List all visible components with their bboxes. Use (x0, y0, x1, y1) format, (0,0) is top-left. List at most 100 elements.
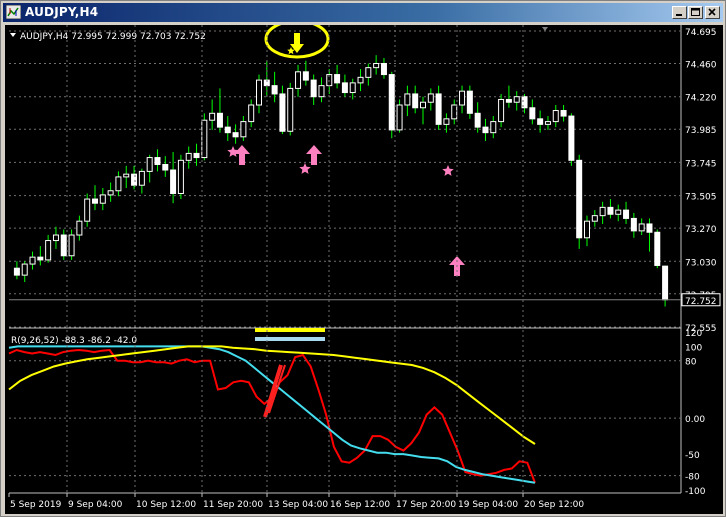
chart-window: AUDJPY,H4 74.695 74.460 74.220 73.985 73.745… (0, 0, 726, 517)
candle-body (177, 159, 184, 195)
candle-body (662, 265, 669, 301)
price-tick-label: 74.695 (685, 28, 717, 38)
candle-body (115, 176, 122, 192)
candle-body (216, 112, 223, 128)
candle-body (482, 126, 489, 134)
time-tick-label: 9 Sep 04:00 (68, 500, 123, 510)
candle-body (29, 256, 36, 265)
indicator-tick-label: 120 (685, 329, 702, 339)
candle-body (60, 234, 67, 257)
price-tick-label: 73.030 (685, 258, 717, 268)
candle-body (513, 96, 520, 103)
candle-body (490, 121, 497, 134)
candle-body (76, 220, 83, 236)
candle-body (396, 104, 403, 131)
candle-body (623, 209, 630, 219)
indicator-tick-label: -50 (685, 451, 700, 461)
candle-body (279, 93, 286, 132)
chart-header: AUDJPY,H4 72.995 72.999 72.703 72.752 (20, 32, 206, 42)
time-tick-label: 13 Sep 04:00 (268, 500, 328, 510)
candle-body (451, 104, 458, 120)
price-tick-label: 73.270 (685, 225, 717, 235)
candle-body (388, 74, 395, 131)
candle-body (52, 234, 59, 242)
candle-body (224, 126, 231, 134)
candle-body (209, 112, 216, 121)
candle-body (373, 63, 380, 69)
candle-body (107, 190, 114, 196)
scroll-marker-icon (542, 27, 548, 31)
candle-body (459, 90, 466, 106)
pink-star-icon (299, 163, 311, 174)
chart-canvas[interactable]: 74.695 74.460 74.220 73.985 73.745 73.505 73.2… (5, 25, 723, 514)
candle-body (357, 76, 364, 84)
candle-body (138, 170, 145, 186)
candle-body (607, 206, 614, 215)
price-tick-label: 73.985 (685, 126, 717, 136)
time-tick-label: 20 Sep 12:00 (524, 500, 584, 510)
candle-body (123, 173, 130, 178)
candle-body (13, 267, 20, 276)
time-tick-label: 16 Sep 12:00 (330, 500, 390, 510)
candle-body (466, 90, 473, 114)
candle-body (287, 87, 294, 132)
candle-body (84, 198, 91, 222)
chart-window-icon (6, 5, 21, 19)
indicator-header: R(9,26,52) -88.3 -86.2 -42.0 (11, 336, 137, 346)
candle-body (302, 71, 309, 81)
candle-body (37, 256, 44, 261)
candle-body (154, 157, 161, 165)
candle-body (185, 152, 192, 161)
candle-body (146, 157, 153, 172)
candle-body (630, 217, 637, 232)
cyan-highlight-bar (255, 337, 325, 341)
candle-body (365, 67, 372, 78)
candle-body (615, 209, 622, 215)
candle-body (474, 112, 481, 128)
minimize-button[interactable] (672, 6, 687, 19)
candle-body (201, 119, 208, 159)
candle-body (638, 223, 645, 232)
time-tick-label: 5 Sep 2019 (10, 500, 62, 510)
candle-body (310, 79, 317, 98)
candle-body (45, 240, 52, 261)
candle-body (193, 152, 200, 159)
close-button[interactable] (705, 6, 720, 19)
candle-body (412, 93, 419, 109)
candle-body (599, 206, 606, 217)
price-tick-label: 74.460 (685, 61, 717, 71)
candle-body (498, 98, 505, 123)
minimize-icon (676, 14, 682, 16)
candle-body (560, 110, 567, 117)
window-title: AUDJPY,H4 (25, 5, 99, 19)
candle-body (21, 263, 28, 276)
time-tick-label: 19 Sep 04:00 (458, 500, 518, 510)
close-icon (708, 8, 716, 16)
candle-body (99, 194, 106, 204)
indicator-tick-label: 0.00 (685, 415, 705, 425)
time-tick-label: 11 Sep 20:00 (203, 500, 263, 510)
price-tick-label: 73.505 (685, 193, 717, 203)
candle-body (349, 82, 356, 94)
chart-area[interactable]: 74.695 74.460 74.220 73.985 73.745 73.505 73.2… (5, 25, 723, 514)
candle-body (295, 71, 302, 89)
current-price-label: 72.752 (685, 297, 717, 307)
pink-star-icon (442, 165, 454, 176)
candle-body (256, 79, 262, 106)
chart-menu-arrow-icon (10, 33, 16, 37)
candle-body (271, 85, 278, 95)
pink-star-icon (227, 146, 239, 157)
candle-body (170, 169, 177, 195)
candle-body (568, 115, 575, 161)
time-tick-label: 17 Sep 20:00 (396, 500, 456, 510)
maximize-button[interactable] (688, 6, 703, 19)
indicator-tick-label: 80 (685, 358, 697, 368)
candle-body (427, 93, 434, 103)
candle-body (584, 220, 590, 239)
candle-body (552, 110, 559, 123)
indicator-line-r26 (8, 345, 536, 484)
candle-body (248, 104, 255, 123)
title-bar[interactable]: AUDJPY,H4 (3, 3, 723, 22)
candle-body (435, 93, 442, 125)
indicator-tick-label: -80 (685, 473, 700, 483)
